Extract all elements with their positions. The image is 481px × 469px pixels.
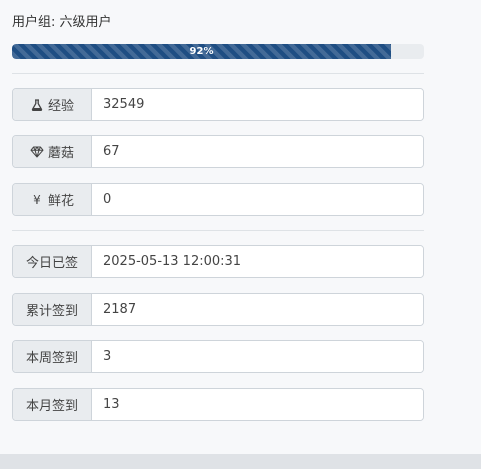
experience-label-text: 经验 [47, 99, 74, 114]
mushroom-value: 67 [92, 136, 423, 167]
today-checkin-label: 今日已签 [13, 246, 92, 277]
weekly-checkin-value: 3 [92, 341, 423, 372]
yen-icon: ¥ [33, 192, 41, 207]
experience-value: 32549 [92, 89, 423, 120]
today-checkin-value: 2025-05-13 12:00:31 [92, 246, 423, 277]
footer-bar [0, 454, 481, 469]
user-group-text: 用户组: 六级用户 [12, 15, 112, 30]
flask-icon [30, 98, 44, 112]
total-checkin-field: 累计签到 2187 [12, 293, 424, 326]
flower-label: ¥ 鲜花 [13, 184, 92, 215]
monthly-checkin-value: 13 [92, 389, 423, 420]
mushroom-field: 蘑菇 67 [12, 135, 424, 168]
experience-label: 经验 [13, 89, 92, 120]
flower-field: ¥ 鲜花 0 [12, 183, 424, 216]
weekly-checkin-field: 本周签到 3 [12, 340, 424, 373]
monthly-checkin-label: 本月签到 [13, 389, 92, 420]
divider [12, 73, 424, 74]
mushroom-label-text: 蘑菇 [47, 146, 74, 161]
total-checkin-label: 累计签到 [13, 294, 92, 325]
today-checkin-field: 今日已签 2025-05-13 12:00:31 [12, 245, 424, 278]
flower-value: 0 [92, 184, 423, 215]
divider [12, 230, 424, 231]
weekly-checkin-label: 本周签到 [13, 341, 92, 372]
total-checkin-value: 2187 [92, 294, 423, 325]
mushroom-label: 蘑菇 [13, 136, 92, 167]
level-progress-fill: 92% [12, 44, 392, 59]
monthly-checkin-field: 本月签到 13 [12, 388, 424, 421]
level-progress-bar: 92% [12, 44, 424, 59]
experience-field: 经验 32549 [12, 88, 424, 121]
diamond-icon [30, 145, 44, 159]
flower-label-text: 鲜花 [47, 194, 74, 209]
